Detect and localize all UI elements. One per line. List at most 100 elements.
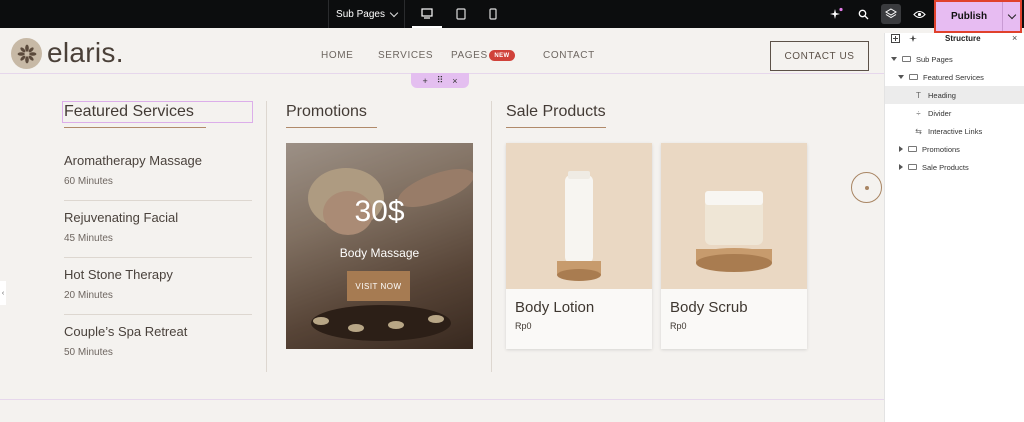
preview-button[interactable] xyxy=(909,4,929,24)
drag-handle-icon[interactable]: ⠿ xyxy=(437,75,444,86)
tree-item-label: Divider xyxy=(928,108,952,118)
tree-item-promotions[interactable]: Promotions xyxy=(885,140,1024,158)
promotion-banner[interactable]: 30$ Body Massage VISIT NOW xyxy=(286,143,473,349)
service-duration: 50 Minutes xyxy=(64,347,113,358)
product-price: Rp0 xyxy=(515,321,532,331)
publish-options-button[interactable] xyxy=(1002,2,1020,31)
nav-contact[interactable]: CONTACT xyxy=(543,50,595,61)
ai-assist-button[interactable] xyxy=(826,4,846,24)
publish-highlight: Publish xyxy=(934,0,1022,33)
section-handle: + ⠿ × xyxy=(411,73,469,88)
service-separator xyxy=(64,314,252,315)
caret-down-icon xyxy=(891,57,897,61)
tree-item-label: Interactive Links xyxy=(928,126,983,136)
editor-topbar: Sub Pages Publish xyxy=(0,0,1024,33)
structure-panel-header: Structure × xyxy=(885,33,1024,46)
sparkle-icon xyxy=(830,7,843,19)
collapse-left-panel-icon[interactable]: ‹ xyxy=(0,281,6,305)
product-name[interactable]: Body Lotion xyxy=(515,299,594,316)
visit-now-button[interactable]: VISIT NOW xyxy=(347,271,410,301)
desktop-view-button[interactable] xyxy=(412,0,442,28)
site-header: elaris. HOME SERVICES PAGES NEW CONTACT … xyxy=(0,28,884,74)
layers-icon xyxy=(885,8,897,19)
structure-panel-title: Structure xyxy=(945,34,981,43)
nav-services[interactable]: SERVICES xyxy=(378,50,433,61)
contact-us-button[interactable]: CONTACT US xyxy=(770,41,869,71)
tablet-icon xyxy=(456,8,466,20)
product-image xyxy=(506,143,652,289)
search-icon xyxy=(858,9,868,19)
tree-item-label: Promotions xyxy=(922,144,960,154)
logo-text[interactable]: elaris. xyxy=(47,37,124,69)
service-duration: 60 Minutes xyxy=(64,176,113,187)
tree-item-interactive-links[interactable]: ⇆ Interactive Links xyxy=(885,122,1024,140)
promotion-subtitle: Body Massage xyxy=(339,246,420,260)
mobile-view-button[interactable] xyxy=(478,0,508,28)
page-selector-label: Sub Pages xyxy=(336,8,385,20)
ai-sparkle-icon[interactable] xyxy=(909,34,918,43)
page-selector[interactable]: Sub Pages xyxy=(328,0,405,28)
folder-icon xyxy=(902,56,911,62)
tree-item-label: Sub Pages xyxy=(916,54,953,64)
tree-item-label: Sale Products xyxy=(922,162,969,172)
featured-divider xyxy=(64,127,206,128)
sale-products-heading[interactable]: Sale Products xyxy=(506,103,606,121)
links-icon: ⇆ xyxy=(915,126,922,136)
nav-pages[interactable]: PAGES xyxy=(451,50,488,61)
promotions-divider xyxy=(286,127,377,128)
tree-item-divider[interactable]: ÷ Divider xyxy=(885,104,1024,122)
promotion-price: 30$ xyxy=(354,195,405,228)
promotions-heading[interactable]: Promotions xyxy=(286,103,367,121)
tree-item-label: Featured Services xyxy=(923,72,984,82)
folder-icon xyxy=(908,164,917,170)
caret-down-icon xyxy=(898,75,904,79)
caret-right-icon xyxy=(899,146,903,152)
close-section-icon[interactable]: × xyxy=(452,76,457,86)
product-price: Rp0 xyxy=(670,321,687,331)
tree-item-sale-products[interactable]: Sale Products xyxy=(885,158,1024,176)
publish-button[interactable]: Publish xyxy=(936,2,1002,31)
service-name[interactable]: Hot Stone Therapy xyxy=(64,267,173,282)
product-image xyxy=(661,143,807,289)
product-card-body-scrub[interactable]: Body Scrub Rp0 xyxy=(661,143,807,349)
service-duration: 45 Minutes xyxy=(64,233,113,244)
logo-flower-icon xyxy=(11,38,42,69)
featured-services-heading[interactable]: Featured Services xyxy=(64,103,194,121)
heading-icon: T xyxy=(916,90,921,100)
divider-icon: ÷ xyxy=(916,108,921,118)
section-bottom-border xyxy=(0,399,884,400)
sale-divider xyxy=(506,127,606,128)
chevron-down-icon xyxy=(1007,10,1016,20)
new-badge: NEW xyxy=(489,50,515,61)
column-divider xyxy=(266,101,267,372)
mobile-icon xyxy=(489,8,497,20)
service-name[interactable]: Couple’s Spa Retreat xyxy=(64,324,187,339)
tree-item-featured-services[interactable]: Featured Services xyxy=(885,68,1024,86)
service-separator xyxy=(64,200,252,201)
product-name[interactable]: Body Scrub xyxy=(670,299,748,316)
service-name[interactable]: Aromatherapy Massage xyxy=(64,153,202,168)
service-duration: 20 Minutes xyxy=(64,290,113,301)
chevron-down-icon xyxy=(389,8,399,17)
product-card-body-lotion[interactable]: Body Lotion Rp0 xyxy=(506,143,652,349)
folder-icon xyxy=(909,74,918,80)
desktop-icon xyxy=(421,7,433,19)
caret-right-icon xyxy=(899,164,903,170)
tree-item-label: Heading xyxy=(928,90,956,100)
tablet-view-button[interactable] xyxy=(446,0,476,28)
service-name[interactable]: Rejuvenating Facial xyxy=(64,210,178,225)
column-divider xyxy=(491,101,492,372)
folder-icon xyxy=(908,146,917,152)
close-icon[interactable]: × xyxy=(1012,33,1017,43)
service-separator xyxy=(64,257,252,258)
add-section-icon[interactable]: + xyxy=(422,76,427,86)
nav-home[interactable]: HOME xyxy=(321,50,353,61)
add-element-icon[interactable] xyxy=(891,34,900,43)
scroll-indicator[interactable] xyxy=(851,172,882,203)
structure-panel: Structure × Sub Pages Featured Services … xyxy=(884,33,1024,422)
search-button[interactable] xyxy=(853,4,873,24)
structure-toggle-button[interactable] xyxy=(881,4,901,24)
tree-item-sub-pages[interactable]: Sub Pages xyxy=(885,50,1024,68)
eye-icon xyxy=(912,10,926,18)
tree-item-heading[interactable]: T Heading xyxy=(885,86,1024,104)
